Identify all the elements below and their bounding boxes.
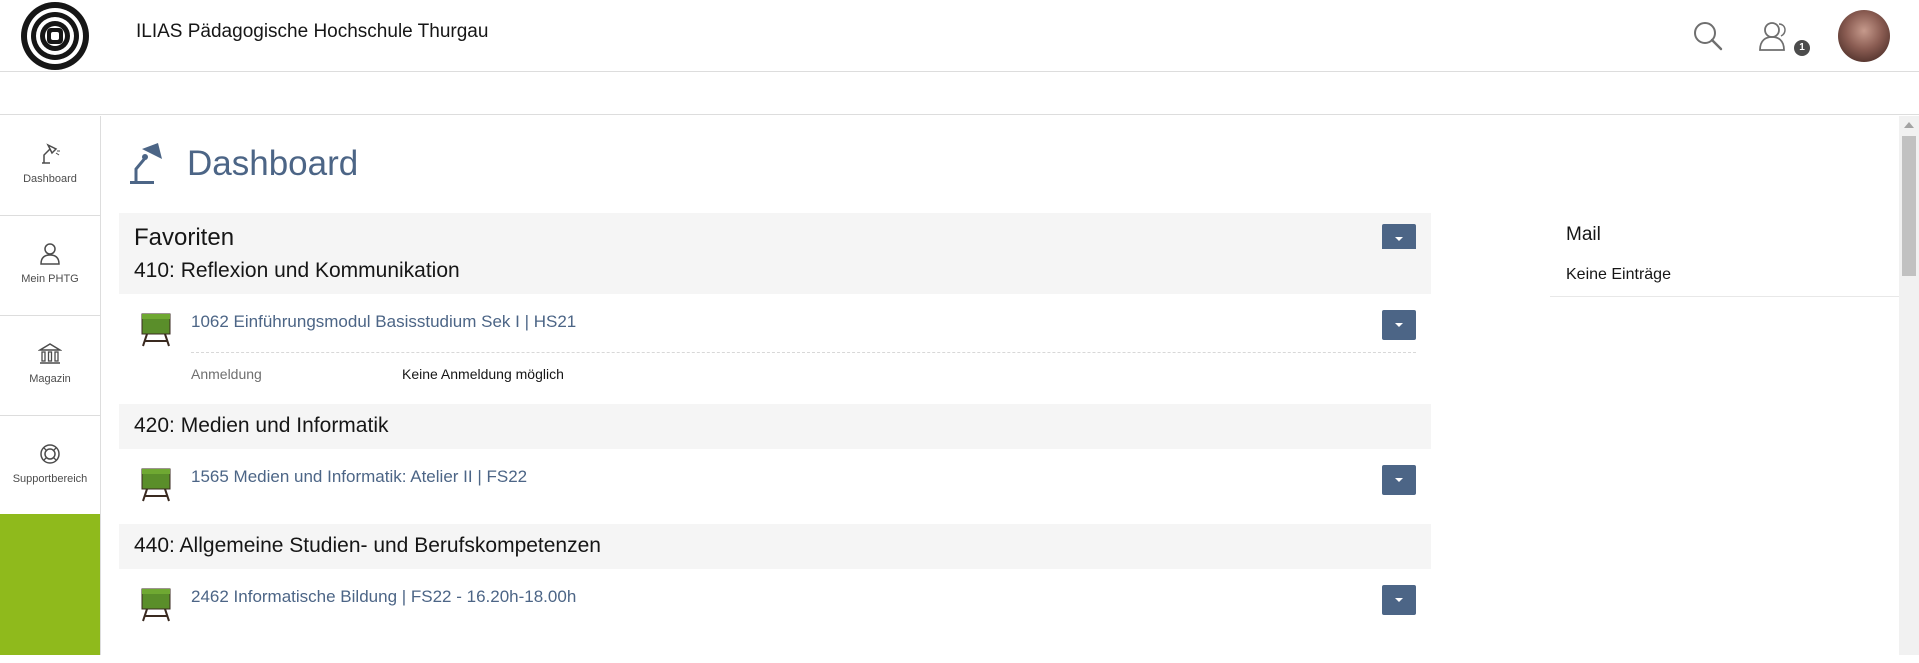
course-icon bbox=[141, 468, 171, 507]
course-link[interactable]: 1565 Medien und Informatik: Atelier II |… bbox=[191, 467, 527, 487]
divider bbox=[191, 352, 1416, 353]
property-value: Keine Anmeldung möglich bbox=[402, 366, 564, 382]
item-actions-dropdown[interactable] bbox=[1382, 465, 1416, 495]
course-icon bbox=[141, 313, 171, 352]
scroll-thumb[interactable] bbox=[1902, 136, 1916, 276]
property-label: Anmeldung bbox=[191, 366, 262, 382]
vertical-scrollbar[interactable] bbox=[1899, 116, 1919, 655]
group-header: 440: Allgemeine Studien- und Berufskompe… bbox=[119, 524, 1431, 569]
breadcrumb-bar bbox=[0, 73, 1919, 115]
search-icon[interactable] bbox=[1690, 18, 1726, 54]
logo-icon bbox=[21, 2, 89, 70]
mainbar-accent-block bbox=[0, 514, 100, 655]
mail-panel: Mail Keine Einträge bbox=[1550, 213, 1919, 413]
list-item: 2462 Informatische Bildung | FS22 - 16.2… bbox=[119, 569, 1431, 649]
logo[interactable] bbox=[19, 0, 92, 72]
lamp-icon bbox=[42, 143, 60, 164]
lifebuoy-icon bbox=[40, 444, 60, 464]
scroll-up-arrow-icon[interactable] bbox=[1904, 122, 1914, 128]
avatar[interactable] bbox=[1838, 10, 1890, 62]
favorites-panel: Favoriten 410: Reflexion und Kommunikati… bbox=[119, 213, 1431, 663]
mainbar-item-supportbereich[interactable]: Supportbereich bbox=[0, 416, 100, 516]
top-header: ILIAS Pädagogische Hochschule Thurgau 1 bbox=[0, 0, 1919, 72]
group-header: 420: Medien und Informatik bbox=[119, 404, 1431, 449]
site-title: ILIAS Pädagogische Hochschule Thurgau bbox=[136, 21, 489, 42]
mainbar-item-dashboard[interactable]: Dashboard bbox=[0, 116, 100, 216]
list-item: 1565 Medien und Informatik: Atelier II |… bbox=[119, 449, 1431, 519]
mainbar-item-label: Dashboard bbox=[23, 173, 77, 185]
page-title: Dashboard bbox=[187, 144, 359, 183]
mail-empty-text: Keine Einträge bbox=[1566, 266, 1671, 283]
course-icon bbox=[141, 588, 171, 627]
main-content: Dashboard Favoriten 410: Reflexion und K… bbox=[101, 116, 1919, 655]
group-header: 410: Reflexion und Kommunikation bbox=[119, 249, 1431, 294]
mainbar-item-label: Mein PHTG bbox=[21, 273, 79, 285]
mainbar-item-mein-phtg[interactable]: Mein PHTG bbox=[0, 216, 100, 316]
course-link[interactable]: 2462 Informatische Bildung | FS22 - 16.2… bbox=[191, 587, 576, 607]
divider bbox=[1550, 296, 1919, 297]
group-title: 440: Allgemeine Studien- und Berufskompe… bbox=[134, 534, 601, 557]
mail-title: Mail bbox=[1566, 224, 1601, 245]
main-bar: Dashboard Mein PHTG Magazin Supportberei… bbox=[0, 116, 101, 655]
mainbar-item-label: Supportbereich bbox=[12, 473, 88, 485]
item-actions-dropdown[interactable] bbox=[1382, 310, 1416, 340]
bank-icon bbox=[38, 343, 62, 364]
mainbar-item-magazin[interactable]: Magazin bbox=[0, 316, 100, 416]
contacts-icon[interactable] bbox=[1755, 18, 1791, 54]
favorites-title: Favoriten bbox=[134, 224, 235, 251]
user-icon bbox=[40, 243, 60, 265]
dashboard-lamp-icon bbox=[128, 141, 168, 194]
group-title: 420: Medien und Informatik bbox=[134, 414, 389, 437]
group-title: 410: Reflexion und Kommunikation bbox=[134, 259, 460, 282]
list-item: 1062 Einführungsmodul Basisstudium Sek I… bbox=[119, 294, 1431, 402]
contacts-badge: 1 bbox=[1794, 40, 1810, 56]
course-link[interactable]: 1062 Einführungsmodul Basisstudium Sek I… bbox=[191, 312, 576, 332]
item-actions-dropdown[interactable] bbox=[1382, 585, 1416, 615]
mainbar-item-label: Magazin bbox=[29, 373, 71, 385]
